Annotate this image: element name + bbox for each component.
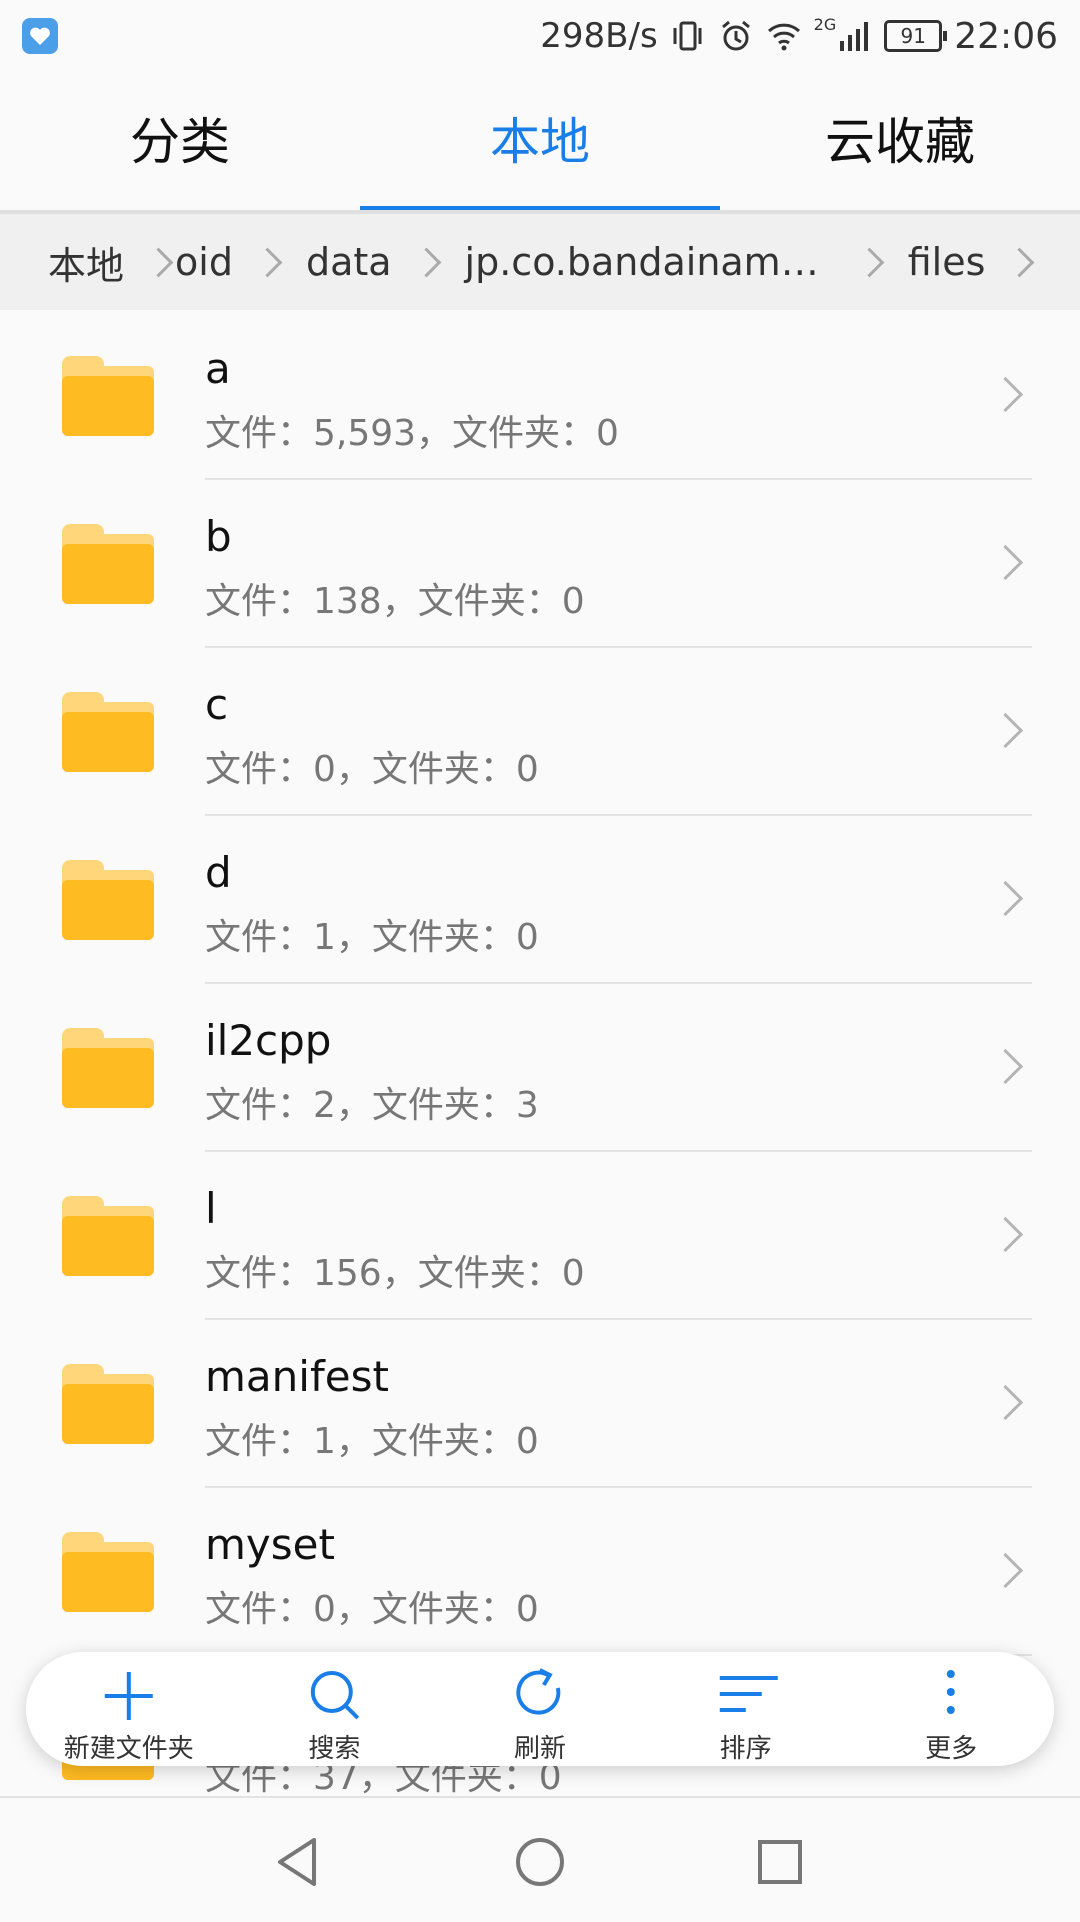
folder-name: d	[205, 848, 232, 897]
folder-name: a	[205, 344, 231, 393]
alarm-icon	[721, 20, 750, 51]
list-item[interactable]: c 文件：0，文件夹：0	[0, 648, 1080, 816]
status-bar: 298B/s 2G 91 22:06	[0, 0, 1080, 72]
folder-icon	[62, 860, 154, 940]
recents-icon[interactable]	[752, 1834, 808, 1890]
breadcrumb: 本地 oid data jp.co.bandainam… files	[0, 214, 1080, 310]
folder-name: myset	[205, 1520, 335, 1569]
new-folder-button[interactable]: 新建文件夹	[26, 1652, 232, 1766]
chevron-right-icon	[987, 544, 1024, 581]
sort-icon	[719, 1676, 778, 1712]
folder-meta: 文件：0，文件夹：0	[205, 1589, 539, 1630]
back-icon[interactable]	[270, 1834, 326, 1890]
action-bar: 新建文件夹 搜索 刷新 排序 更多	[26, 1652, 1054, 1766]
refresh-icon	[516, 1668, 561, 1715]
folder-meta: 文件：138，文件夹：0	[205, 581, 585, 622]
breadcrumb-item-oid[interactable]: oid	[175, 240, 233, 284]
chevron-right-icon	[1005, 247, 1035, 277]
more-vertical-icon	[947, 1670, 956, 1714]
list-item[interactable]: manifest 文件：1，文件夹：0	[0, 1320, 1080, 1488]
folder-icon	[62, 524, 154, 604]
breadcrumb-item-package[interactable]: jp.co.bandainam…	[465, 240, 819, 284]
list-item[interactable]: l 文件：156，文件夹：0	[0, 1152, 1080, 1320]
chevron-right-icon	[987, 880, 1024, 917]
list-item[interactable]: myset 文件：0，文件夹：0	[0, 1488, 1080, 1656]
breadcrumb-item-data[interactable]: data	[306, 240, 392, 284]
tab-bar: 分类 本地 云收藏	[0, 72, 1080, 212]
chevron-right-icon	[987, 1384, 1024, 1421]
network-speed: 298B/s	[540, 16, 658, 56]
tab-cloud-favorites[interactable]: 云收藏	[720, 72, 1080, 212]
folder-name: c	[205, 680, 229, 729]
wifi-icon	[767, 23, 800, 51]
vibrate-icon	[673, 21, 702, 51]
folder-icon	[62, 1532, 154, 1612]
folder-icon	[62, 1196, 154, 1276]
folder-meta: 文件：1，文件夹：0	[205, 917, 539, 958]
battery-indicator: 91	[884, 20, 948, 52]
chevron-right-icon	[411, 247, 441, 277]
folder-meta: 文件：5,593，文件夹：0	[205, 413, 619, 454]
folder-meta: 文件：0，文件夹：0	[205, 749, 539, 790]
signal-icon	[840, 22, 869, 51]
chevron-right-icon	[987, 1048, 1024, 1085]
chevron-right-icon	[987, 1216, 1024, 1253]
folder-meta: 文件：2，文件夹：3	[205, 1085, 539, 1126]
refresh-label: 刷新	[513, 1734, 566, 1764]
folder-icon	[62, 356, 154, 436]
refresh-button[interactable]: 刷新	[437, 1652, 643, 1766]
folder-icon	[62, 692, 154, 772]
list-item[interactable]: d 文件：1，文件夹：0	[0, 816, 1080, 984]
breadcrumb-item-files[interactable]: files	[908, 240, 986, 284]
folder-icon	[62, 1028, 154, 1108]
folder-meta: 文件：156，文件夹：0	[205, 1253, 585, 1294]
chevron-right-icon	[143, 247, 174, 277]
folder-name: il2cpp	[205, 1016, 332, 1065]
more-button[interactable]: 更多	[848, 1652, 1054, 1766]
clock: 22:06	[954, 15, 1058, 57]
list-item[interactable]: a 文件：5,593，文件夹：0	[0, 312, 1080, 480]
health-app-icon	[22, 18, 58, 54]
tab-local[interactable]: 本地	[360, 72, 720, 212]
chevron-right-icon	[252, 247, 283, 277]
file-list: a 文件：5,593，文件夹：0 b 文件：138，文件夹：0 c 文件：0，文…	[0, 312, 1080, 1824]
folder-icon	[62, 1364, 154, 1444]
folder-meta: 文件：1，文件夹：0	[205, 1421, 539, 1462]
navigation-bar	[0, 1796, 1080, 1922]
folder-name: manifest	[205, 1352, 389, 1401]
chevron-right-icon	[987, 712, 1024, 749]
chevron-right-icon	[987, 1552, 1024, 1589]
list-item[interactable]: b 文件：138，文件夹：0	[0, 480, 1080, 648]
plus-icon	[104, 1672, 153, 1720]
more-label: 更多	[925, 1734, 978, 1764]
folder-name: l	[205, 1184, 217, 1233]
tab-categories[interactable]: 分类	[0, 72, 360, 212]
list-item[interactable]: il2cpp 文件：2，文件夹：3	[0, 984, 1080, 1152]
search-label: 搜索	[308, 1734, 361, 1764]
chevron-right-icon	[987, 376, 1024, 413]
sort-label: 排序	[719, 1734, 772, 1764]
sort-button[interactable]: 排序	[643, 1652, 849, 1766]
breadcrumb-item-local[interactable]: 本地	[48, 235, 124, 290]
network-type: 2G	[813, 14, 837, 34]
home-icon[interactable]	[512, 1834, 568, 1890]
new-folder-label: 新建文件夹	[63, 1734, 194, 1764]
chevron-right-icon	[854, 247, 885, 277]
search-button[interactable]: 搜索	[232, 1652, 438, 1766]
search-icon	[310, 1671, 359, 1720]
folder-name: b	[205, 512, 232, 561]
